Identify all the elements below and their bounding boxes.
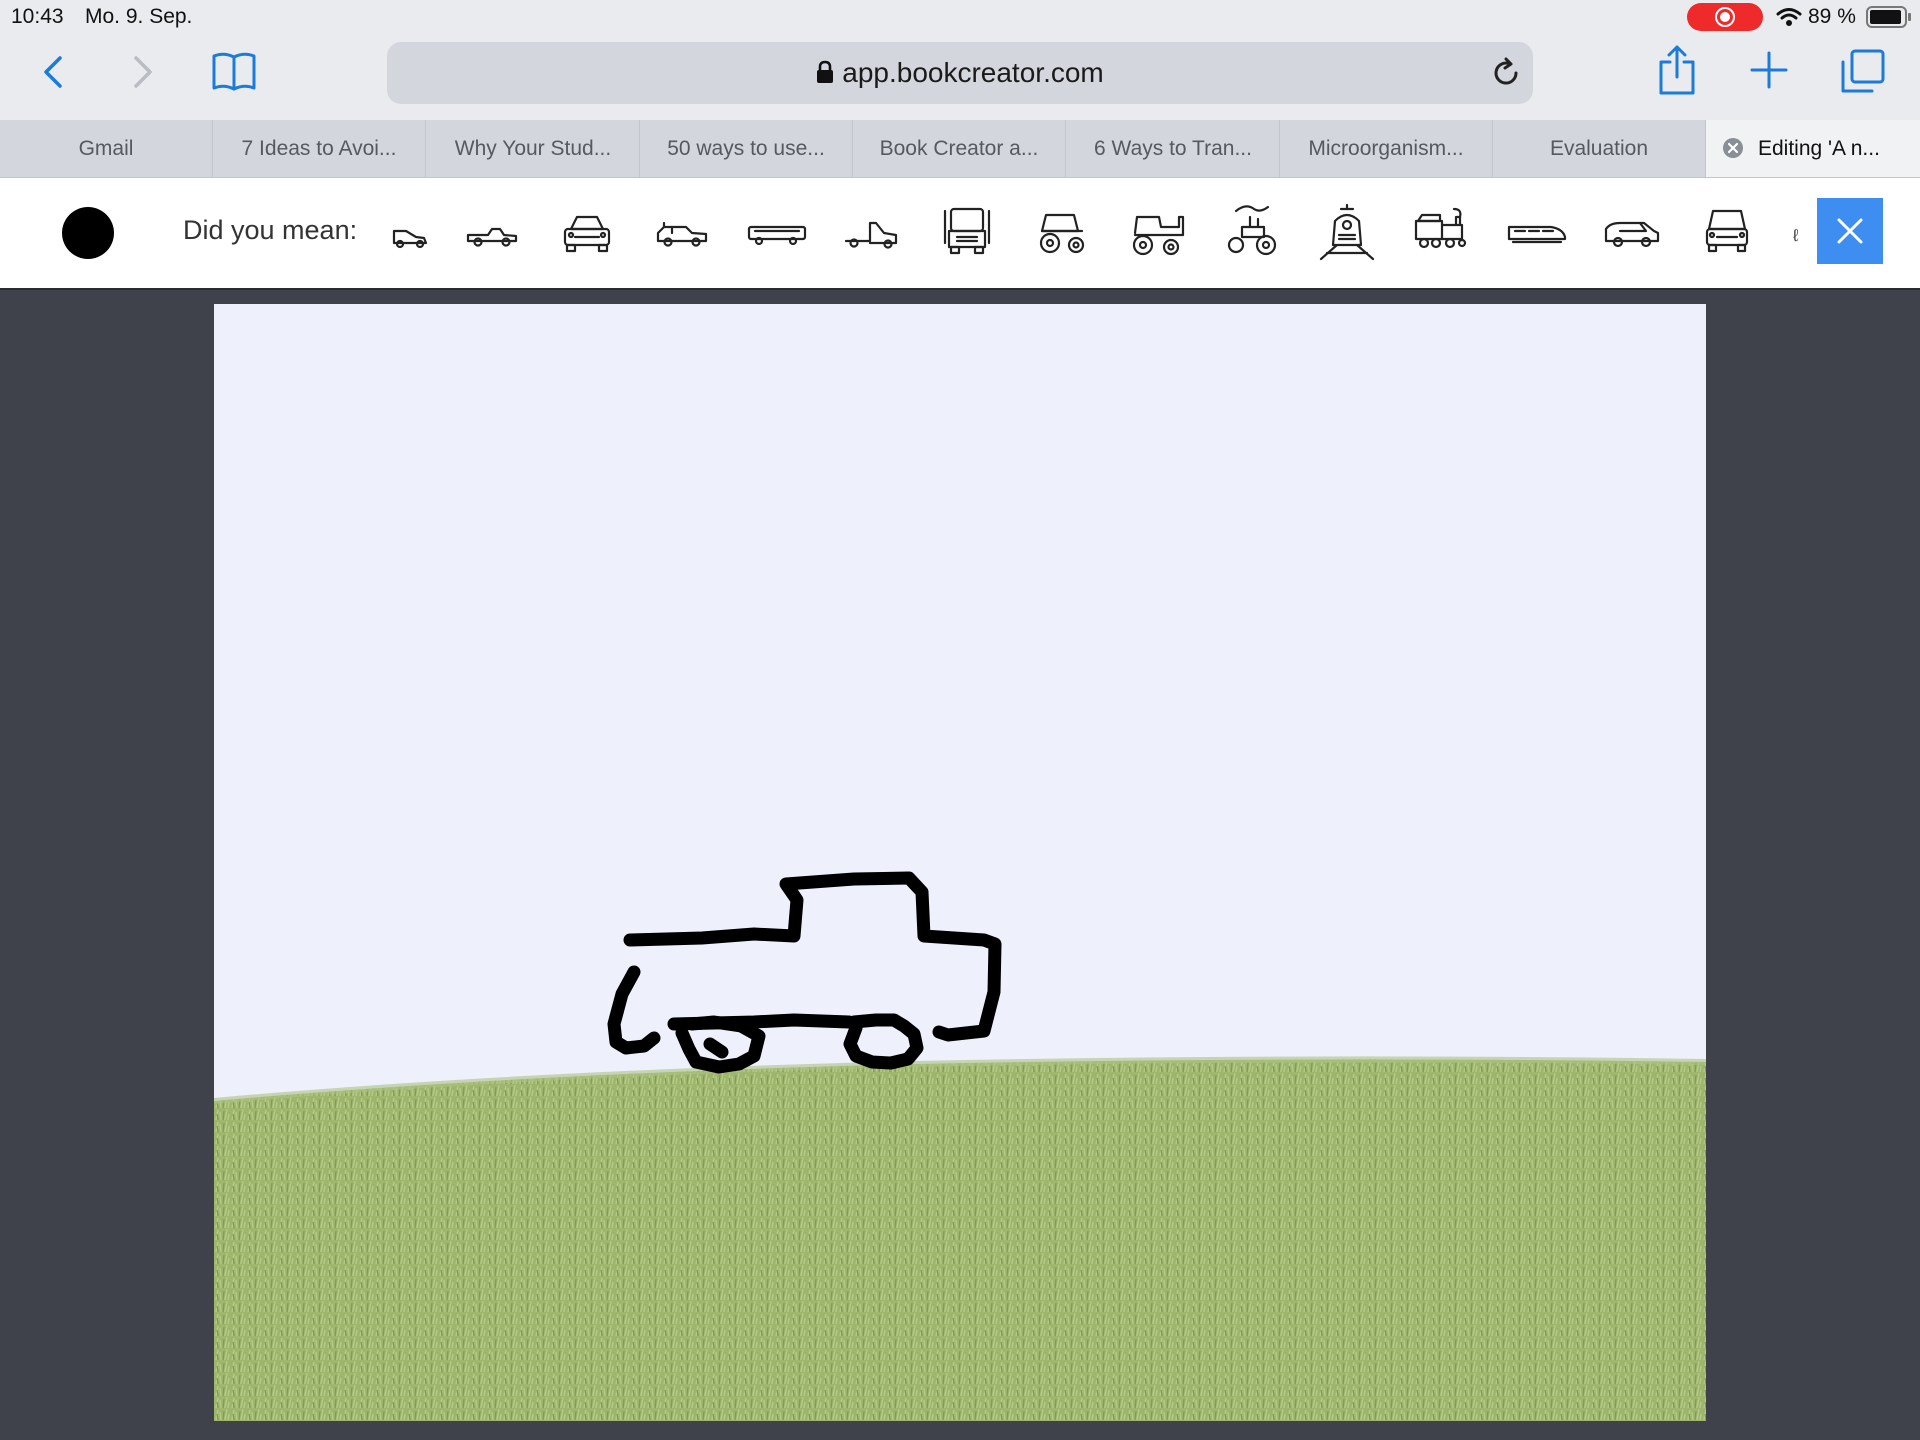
back-icon[interactable] bbox=[38, 52, 68, 92]
tractor-side-icon bbox=[1132, 215, 1185, 256]
semi-cab-icon bbox=[844, 221, 898, 249]
did-you-mean-label: Did you mean: bbox=[183, 215, 358, 245]
tab-why-your-stud[interactable]: Why Your Stud... bbox=[427, 120, 640, 177]
high-speed-train-icon bbox=[1507, 225, 1567, 244]
wifi-icon bbox=[1776, 8, 1802, 26]
battery-percentage: 89 % bbox=[1808, 5, 1856, 28]
suggestion-pickup-truck[interactable] bbox=[460, 201, 524, 265]
tabs-icon[interactable] bbox=[1840, 48, 1886, 94]
close-icon bbox=[1837, 218, 1863, 244]
tab-editing-label: Editing 'A n... bbox=[1758, 137, 1880, 160]
suggestion-tractor[interactable] bbox=[1030, 201, 1094, 265]
share-icon[interactable] bbox=[1658, 44, 1696, 96]
address-bar[interactable]: app.bookcreator.com bbox=[387, 42, 1533, 104]
bus-side-icon bbox=[747, 225, 807, 246]
more-suggestions-indicator[interactable]: ℓ bbox=[1793, 226, 1799, 246]
screen-recording-indicator[interactable] bbox=[1687, 3, 1763, 31]
suggestion-semi-cab[interactable] bbox=[840, 201, 904, 265]
suggestion-high-speed-train[interactable] bbox=[1505, 201, 1569, 265]
status-date: Mo. 9. Sep. bbox=[85, 5, 193, 28]
suggestion-van-front[interactable] bbox=[1695, 201, 1759, 265]
tab-book-creator[interactable]: Book Creator a... bbox=[853, 120, 1066, 177]
car-front-icon bbox=[563, 215, 611, 253]
url-text: app.bookcreator.com bbox=[842, 57, 1104, 88]
tab-50-ways[interactable]: 50 ways to use... bbox=[640, 120, 853, 177]
tab-6-ways[interactable]: 6 Ways to Tran... bbox=[1067, 120, 1280, 177]
tab-microorganism[interactable]: Microorganism... bbox=[1280, 120, 1493, 177]
suggestion-steam-tractor[interactable] bbox=[1220, 201, 1284, 265]
suggestion-tractor-side[interactable] bbox=[1125, 201, 1189, 265]
steam-tractor-icon bbox=[1227, 205, 1277, 256]
tab-evaluation[interactable]: Evaluation bbox=[1493, 120, 1706, 177]
suggestion-train-front[interactable] bbox=[1315, 201, 1379, 265]
sports-car-icon bbox=[392, 229, 428, 249]
train-front-icon bbox=[1319, 203, 1375, 261]
freehand-truck-drawing[interactable] bbox=[214, 304, 1706, 1421]
autodraw-suggestion-bar: Did you mean: ℓ bbox=[0, 178, 1920, 290]
lock-icon bbox=[817, 60, 834, 83]
status-time: 10:43 bbox=[11, 5, 64, 28]
tab-7-ideas[interactable]: 7 Ideas to Avoi... bbox=[213, 120, 426, 177]
reload-icon[interactable] bbox=[1489, 56, 1523, 90]
status-bar: 10:43 Mo. 9. Sep. 89 % bbox=[0, 0, 1920, 34]
new-tab-icon[interactable] bbox=[1749, 50, 1789, 90]
steam-locomotive-icon bbox=[1414, 207, 1467, 249]
book-page-canvas[interactable] bbox=[214, 304, 1706, 1421]
tab-gmail[interactable]: Gmail bbox=[0, 120, 213, 177]
suggestion-suv[interactable] bbox=[650, 201, 714, 265]
suggestion-car-front[interactable] bbox=[555, 201, 619, 265]
pen-color-swatch[interactable] bbox=[62, 207, 114, 259]
tab-close-icon[interactable] bbox=[1722, 137, 1744, 159]
record-icon bbox=[1715, 7, 1735, 27]
van-front-icon bbox=[1705, 209, 1749, 253]
tab-bar: Gmail 7 Ideas to Avoi... Why Your Stud..… bbox=[0, 120, 1920, 178]
suggestion-semi-front[interactable] bbox=[935, 201, 999, 265]
tab-editing[interactable]: Editing 'A n... bbox=[1706, 120, 1920, 177]
close-suggestions-button[interactable] bbox=[1817, 198, 1883, 264]
suggestion-bus[interactable] bbox=[745, 201, 809, 265]
battery-icon bbox=[1866, 6, 1911, 28]
forward-icon[interactable] bbox=[128, 52, 158, 92]
suggestion-van[interactable] bbox=[1600, 201, 1664, 265]
editor-workspace bbox=[0, 290, 1920, 1440]
suggestion-sports-car[interactable] bbox=[376, 201, 440, 265]
tractor-icon bbox=[1039, 213, 1085, 254]
suggestion-steam-locomotive[interactable] bbox=[1410, 201, 1474, 265]
van-icon bbox=[1604, 221, 1660, 248]
browser-toolbar: app.bookcreator.com bbox=[0, 34, 1920, 120]
semi-truck-front-icon bbox=[943, 207, 991, 255]
suv-icon bbox=[656, 221, 708, 247]
pickup-truck-icon bbox=[466, 227, 518, 247]
bookmarks-icon[interactable] bbox=[210, 50, 258, 94]
